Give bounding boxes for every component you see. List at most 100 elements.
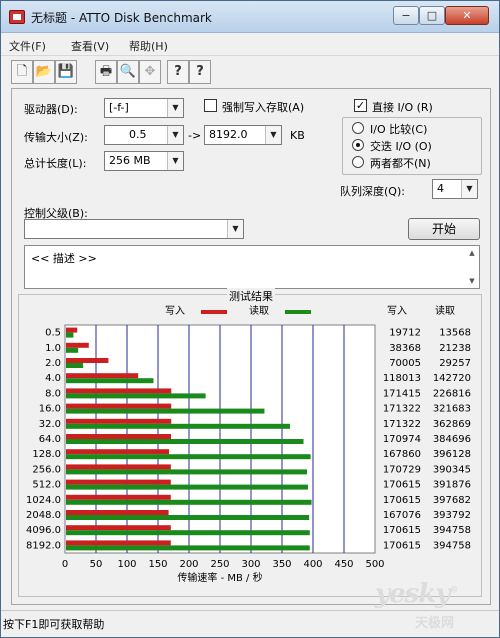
write-bar-2 — [66, 358, 109, 363]
x-tick-label: 50 — [90, 559, 103, 570]
x-tick-label: 150 — [148, 559, 167, 570]
read-bar-12 — [66, 515, 310, 520]
transfer-from-select[interactable]: 0.5 ▼ — [104, 125, 184, 145]
direct-io-checkbox[interactable]: ✓ — [354, 99, 367, 112]
read-bar-0 — [66, 332, 74, 338]
new-file-icon[interactable]: 🗋 — [11, 60, 33, 84]
x-tick-label: 500 — [365, 559, 384, 570]
write-bar-12 — [66, 510, 169, 515]
y-tick-label: 1024.0 — [26, 495, 61, 506]
description-textarea[interactable]: << 描述 >> ▲ ▼ — [24, 245, 480, 289]
scroll-up-icon[interactable]: ▲ — [467, 248, 477, 258]
read-bar-2 — [66, 363, 84, 368]
read-bar-14 — [66, 545, 310, 551]
read-bar-3 — [66, 378, 154, 384]
y-tick-label: 32.0 — [39, 419, 61, 430]
chevron-down-icon[interactable]: ▼ — [167, 99, 183, 117]
read-bar-9 — [66, 469, 308, 475]
read-value: 391876 — [433, 480, 471, 491]
write-value: 170615 — [383, 480, 421, 491]
minimize-button[interactable]: − — [393, 6, 419, 25]
read-column-header: 读取 — [435, 304, 455, 317]
y-tick-label: 8192.0 — [26, 540, 61, 551]
x-tick-label: 350 — [272, 559, 291, 570]
write-bar-14 — [66, 540, 171, 546]
legend-label-1: 读取 — [249, 304, 269, 317]
read-value: 321683 — [433, 404, 471, 415]
read-value: 393792 — [433, 510, 471, 521]
close-button[interactable]: ✕ — [445, 6, 489, 25]
read-bar-10 — [66, 484, 308, 490]
drive-select[interactable]: [-f-] ▼ — [104, 98, 184, 118]
y-tick-label: 8.0 — [45, 388, 61, 399]
read-value: 396128 — [433, 449, 471, 460]
read-value: 362869 — [433, 419, 471, 430]
context-help-icon[interactable]: ? — [189, 60, 211, 84]
read-bar-1 — [66, 347, 79, 353]
write-value: 171415 — [383, 388, 421, 399]
write-bar-1 — [66, 342, 89, 348]
menu-help[interactable]: 帮助(H) — [129, 38, 168, 54]
app-window: 无标题 - ATTO Disk Benchmark − □ ✕ 文件(F) 查看… — [0, 0, 500, 638]
read-value: 394758 — [433, 525, 471, 536]
force-write-checkbox[interactable] — [204, 99, 217, 112]
kb-unit: KB — [290, 129, 305, 142]
read-bar-5 — [66, 408, 265, 414]
write-column-header: 写入 — [387, 305, 407, 317]
chevron-down-icon[interactable]: ▼ — [227, 220, 243, 238]
read-bar-11 — [66, 499, 312, 505]
y-tick-label: 2.0 — [45, 358, 61, 369]
y-tick-label: 4.0 — [45, 373, 61, 384]
chevron-down-icon[interactable]: ▼ — [167, 152, 183, 170]
scroll-down-icon[interactable]: ▼ — [467, 276, 477, 286]
title-bar[interactable]: 无标题 - ATTO Disk Benchmark − □ ✕ — [1, 1, 499, 33]
y-tick-label: 512.0 — [32, 480, 61, 491]
io-compare-radio[interactable] — [352, 122, 364, 134]
results-chart: 写入 读取 写入 读取 0 50 100 150 200 250 300 350 400 450 500 传… — [26, 304, 471, 584]
transfer-from-value: 0.5 — [129, 128, 147, 141]
start-button[interactable]: 开始 — [408, 218, 480, 240]
overlapped-io-radio[interactable] — [352, 139, 364, 151]
x-tick-label: 100 — [117, 559, 136, 570]
read-bar-8 — [66, 454, 311, 460]
write-bar-3 — [66, 373, 139, 379]
benchmark-panel: 驱动器(D): [-f-] ▼ 强制写入存取(A) ✓ 直接 I/O (R) 传… — [11, 88, 491, 605]
io-compare-label: I/O 比较(C) — [370, 123, 428, 136]
controller-select[interactable]: ▼ — [24, 219, 244, 239]
chart-legend: 写入 读取 — [165, 304, 311, 317]
read-bar-7 — [66, 439, 304, 444]
move-icon[interactable]: ✥ — [139, 60, 161, 84]
total-length-select[interactable]: 256 MB ▼ — [104, 151, 184, 171]
to-symbol: -> — [188, 129, 202, 142]
maximize-button[interactable]: □ — [419, 6, 445, 25]
write-value: 170729 — [383, 464, 421, 475]
x-tick-label: 450 — [334, 559, 353, 570]
save-icon[interactable]: 💾 — [55, 60, 77, 84]
total-length-label: 总计长度(L): — [24, 157, 87, 170]
write-value: 38368 — [389, 343, 421, 354]
queue-depth-select[interactable]: 4 ▼ — [432, 179, 478, 199]
print-preview-icon[interactable]: 🔍 — [117, 60, 139, 84]
chevron-down-icon[interactable]: ▼ — [167, 126, 183, 144]
drive-label: 驱动器(D): — [24, 103, 78, 116]
y-tick-label: 16.0 — [39, 404, 61, 415]
write-bar-6 — [66, 418, 172, 424]
help-icon[interactable]: ? — [167, 60, 189, 84]
queue-depth-value: 4 — [437, 182, 444, 195]
chevron-down-icon[interactable]: ▼ — [265, 126, 281, 144]
write-bar-10 — [66, 479, 171, 485]
transfer-to-select[interactable]: 8192.0 ▼ — [204, 125, 282, 145]
neither-radio[interactable] — [352, 156, 364, 168]
chevron-down-icon[interactable]: ▼ — [461, 180, 477, 198]
write-value: 167076 — [383, 510, 421, 521]
y-tick-label: 2048.0 — [26, 510, 61, 521]
write-value: 19712 — [389, 328, 421, 339]
open-folder-icon[interactable]: 📂 — [33, 60, 55, 84]
menu-file[interactable]: 文件(F) — [9, 38, 46, 54]
results-group: 测试结果 写入 读取 写入 读取 0 50 100 150 200 250 300 350 400 45… — [18, 288, 482, 597]
app-icon[interactable] — [9, 10, 25, 24]
print-icon[interactable]: 🖶 — [95, 60, 117, 84]
menu-view[interactable]: 查看(V) — [71, 38, 109, 54]
legend-swatch-1 — [285, 310, 311, 314]
y-tick-label: 64.0 — [39, 434, 61, 445]
